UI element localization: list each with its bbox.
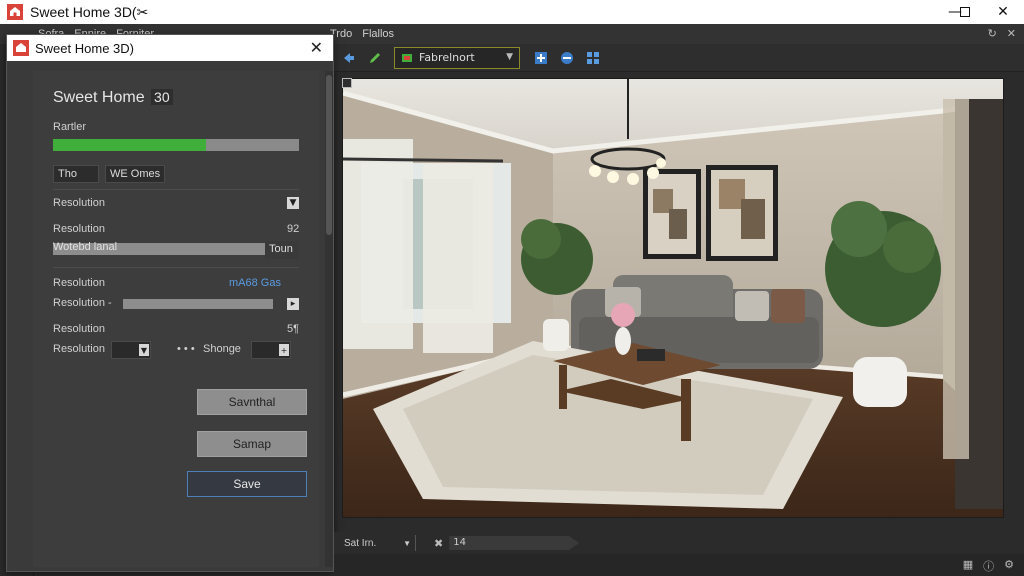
- close-icon: ✕: [309, 38, 323, 57]
- settings-icon[interactable]: ⚙: [1004, 558, 1014, 574]
- samap-button[interactable]: Samap: [197, 431, 307, 457]
- small-field-1[interactable]: Tho: [53, 165, 99, 183]
- heading-text: Sweet Home: [53, 89, 145, 106]
- layout-button[interactable]: [582, 47, 604, 69]
- save-button[interactable]: Save: [187, 471, 307, 497]
- resolution-dropdown-1[interactable]: ▼: [287, 197, 299, 209]
- chevron-down-icon: ▼: [403, 538, 411, 548]
- 3d-view[interactable]: [342, 78, 1004, 518]
- resolution-label-6: Resolution: [53, 343, 105, 355]
- menu-item-4[interactable]: Flallos: [362, 28, 394, 40]
- undo-button[interactable]: [338, 47, 360, 69]
- render-dialog: Sweet Home 3D) ✕ Sweet Home 30 Rartler T…: [6, 34, 334, 572]
- close-button[interactable]: ✕: [980, 0, 1024, 24]
- resolution-spinner[interactable]: ▼: [111, 341, 151, 359]
- resolution-label-2: Resolution: [53, 223, 105, 235]
- view-mode-select[interactable]: Fabrelnort ▼: [394, 46, 520, 69]
- zoom-in-button[interactable]: [530, 47, 552, 69]
- plus-icon: +: [279, 344, 289, 356]
- camera-select-label: Sat Irn.: [344, 537, 377, 549]
- chevron-down-icon: ▼: [289, 198, 297, 208]
- render-label: Rartler: [53, 121, 87, 133]
- edit-button[interactable]: [364, 47, 386, 69]
- zoom-out-icon: [561, 51, 573, 64]
- close-icon: ✕: [997, 4, 1009, 20]
- chevron-right-icon: ▸: [290, 299, 296, 309]
- status-bar: ▦ ⓘ ⚙: [334, 554, 1024, 576]
- house-app-icon: [7, 4, 23, 20]
- resolution-value-2: 92: [287, 223, 300, 235]
- camera-select[interactable]: Sat Irn. ▼: [340, 535, 416, 551]
- view-corner-toggle[interactable]: [342, 78, 352, 88]
- view-bottom-bar: Sat Irn. ▼ ✖ 14: [334, 532, 1024, 554]
- slider-value[interactable]: Toun: [265, 241, 299, 259]
- chevron-down-icon: ▼: [139, 344, 149, 356]
- heading-version: 30: [151, 89, 173, 105]
- living-room-render: [343, 79, 1003, 517]
- main-toolbar: Fabrelnort ▼: [334, 44, 1024, 72]
- resolution-label-4: Resolution -: [53, 297, 112, 309]
- scrollbar-thumb[interactable]: [326, 75, 332, 235]
- window-titlebar: Sweet Home 3D(✂ — ✕: [0, 0, 1024, 24]
- slider-label: Wotebd lanal: [53, 241, 118, 253]
- dialog-title: Sweet Home 3D): [35, 40, 134, 56]
- dialog-heading: Sweet Home 30: [53, 89, 173, 107]
- resolution-value-3: mA68 Gas: [229, 277, 281, 289]
- sweet-home-3d-app: Sweet Home 3D(✂ — ✕ Sofra Ennire Fornite…: [0, 0, 1024, 576]
- pencil-icon: [370, 52, 380, 63]
- separator-dots: • • •: [177, 343, 195, 355]
- progress-fill: [53, 139, 206, 151]
- status-icons: ▦ ⓘ ⚙: [963, 558, 1014, 574]
- change-spinner[interactable]: +: [251, 341, 291, 359]
- chevron-down-icon: ▼: [506, 51, 513, 62]
- arrow-icon: [344, 52, 354, 63]
- dialog-scrollbar[interactable]: [325, 71, 333, 567]
- coordinate-field[interactable]: 14: [449, 536, 580, 550]
- dialog-titlebar: Sweet Home 3D) ✕: [7, 35, 333, 61]
- resolution-label-3: Resolution: [53, 277, 105, 289]
- small-field-2[interactable]: WE Omes: [105, 165, 165, 183]
- divider: [53, 189, 299, 190]
- plan-icon: [402, 53, 412, 62]
- change-label: Shonge: [203, 343, 241, 355]
- layers-icon[interactable]: ▦: [963, 558, 973, 574]
- dialog-close-button[interactable]: ✕: [310, 38, 323, 57]
- grid-icon: [587, 51, 599, 64]
- refresh-icon[interactable]: ↻: [988, 27, 997, 40]
- resolution-label-5: Resolution: [53, 323, 105, 335]
- navigate-icon[interactable]: ✖: [434, 537, 443, 550]
- view-mode-label: Fabrelnort: [419, 51, 475, 64]
- render-progress-bar: [53, 139, 299, 151]
- resolution-value-5: 5¶: [287, 323, 300, 335]
- zoom-out-button[interactable]: [556, 47, 578, 69]
- close-small-icon[interactable]: ✕: [1007, 27, 1016, 40]
- house-app-icon: [13, 40, 29, 56]
- divider: [53, 267, 299, 268]
- resolution-label-1: Resolution: [53, 197, 105, 209]
- zoom-in-icon: [535, 51, 547, 64]
- maximize-icon: [960, 7, 970, 17]
- savnthal-button[interactable]: Savnthal: [197, 389, 307, 415]
- resolution-stepper[interactable]: ▸: [287, 298, 299, 310]
- info-icon[interactable]: ⓘ: [983, 558, 994, 574]
- window-title: Sweet Home 3D(✂: [30, 3, 149, 20]
- resolution-slider[interactable]: [123, 299, 273, 309]
- menubar-right-icons: ↻ ✕: [988, 27, 1016, 40]
